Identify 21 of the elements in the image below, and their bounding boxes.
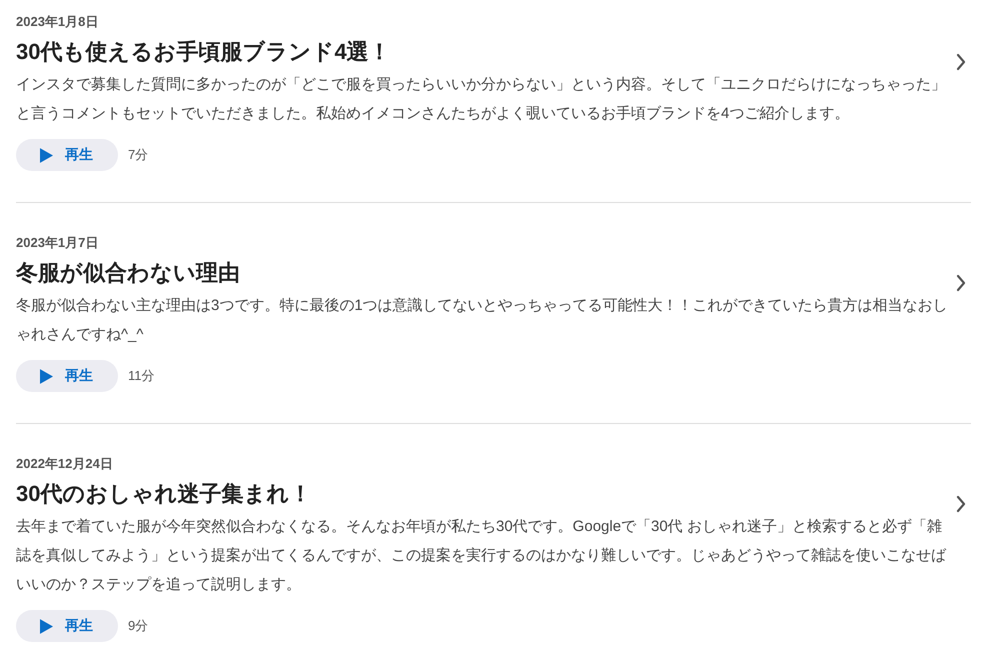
episode-duration: 7分 bbox=[128, 146, 148, 164]
chevron-right-icon[interactable] bbox=[956, 53, 966, 71]
episode-description: インスタで募集した質問に多かったのが「どこで服を買ったらいいか分からない」という内容。そして「ユニクロだらけになっちゃった」と言うコメントもセットでいただきました。私始めイメコンさんたちがよく覗いているお手頃ブランドを4つご紹介します。 bbox=[16, 75, 947, 124]
play-icon bbox=[40, 618, 53, 634]
episode-title[interactable]: 30代のおしゃれ迷子集まれ！ bbox=[16, 479, 948, 509]
episode-description: 冬服が似合わない主な理由は3つです。特に最後の1つは意識してないとやっちゃってる可能性大！！これができていたら貴方は相当なおしゃれさんですね^_^ bbox=[16, 296, 948, 345]
episode-date: 2023年1月7日 bbox=[16, 234, 100, 252]
chevron-right-icon[interactable] bbox=[956, 274, 966, 292]
episode-date: 2022年12月24日 bbox=[16, 455, 114, 473]
chevron-right-icon[interactable] bbox=[956, 495, 966, 513]
play-button[interactable]: 再生 bbox=[16, 360, 118, 392]
play-icon bbox=[40, 368, 53, 384]
play-icon bbox=[40, 148, 53, 162]
play-button[interactable]: 再生 bbox=[16, 610, 118, 642]
episode-duration: 11分 bbox=[128, 367, 154, 385]
episode-title[interactable]: 30代も使えるお手頃服ブランド4選！ bbox=[16, 37, 948, 67]
play-button[interactable]: 再生 bbox=[16, 139, 118, 171]
episode-duration: 9分 bbox=[128, 617, 148, 635]
episode-date: 2023年1月8日 bbox=[16, 13, 100, 31]
episode-description: 去年まで着ていた服が今年突然似合わなくなる。そんなお年頃が私たち30代です。Googleで「30代 おしゃれ迷子」と検索すると必ず「雑誌を真似してみよう」という提案が出てくるんですが、この提案を実行するのはかなり難しいです。じゃあどうやって雑誌を使いこなせばいいのか？ステップを追って説明します。 bbox=[16, 517, 948, 595]
episode-title[interactable]: 冬服が似合わない理由 bbox=[16, 258, 948, 288]
